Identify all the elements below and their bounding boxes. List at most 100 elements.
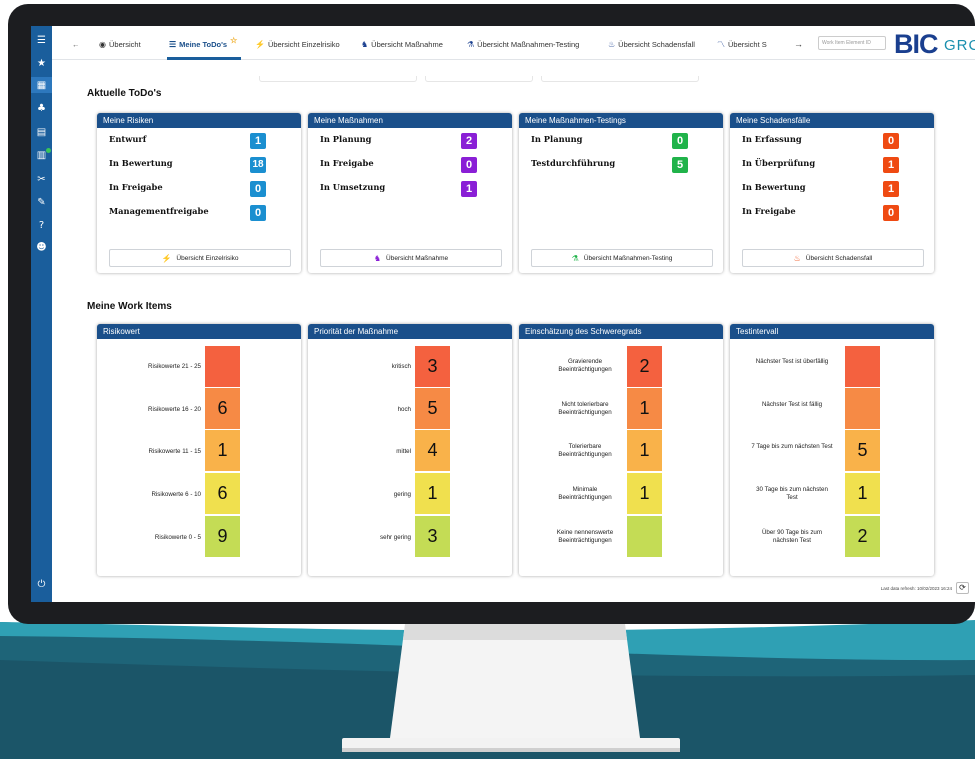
heat-cell[interactable]: 1 — [845, 473, 880, 514]
fire-icon: ♨ — [608, 39, 616, 49]
menu-icon[interactable]: ☰ — [31, 32, 52, 48]
work-item-label: Risikowerte 0 - 5 — [154, 534, 201, 541]
count-badge[interactable]: 0 — [672, 133, 688, 149]
tab-meine-todos[interactable]: ☰ Meine ToDo's ☆ — [169, 36, 237, 51]
heat-cell[interactable] — [627, 516, 662, 557]
count-badge[interactable]: 1 — [250, 133, 266, 149]
work-item-label: gering — [393, 491, 411, 498]
heat-cell[interactable]: 1 — [627, 473, 662, 514]
heat-cell[interactable]: 5 — [415, 388, 450, 429]
count-badge[interactable]: 0 — [883, 133, 899, 149]
work-item-label: Risikowerte 11 - 15 — [148, 448, 202, 455]
tools-icon[interactable]: ✂ — [31, 171, 52, 187]
todo-label: In Überprüfung — [742, 158, 816, 168]
bic-grc-logo: BIC GRC — [894, 29, 975, 59]
uebersicht-schadensfall-button[interactable]: ♨ Übersicht Schadensfall — [742, 249, 924, 267]
heat-cell[interactable]: 1 — [627, 430, 662, 471]
heat-cell[interactable]: 2 — [627, 346, 662, 387]
count-badge[interactable]: 0 — [461, 157, 477, 173]
heat-cell[interactable]: 3 — [415, 516, 450, 557]
flask-icon: ⚗ — [571, 253, 579, 263]
heat-cell[interactable] — [845, 388, 880, 429]
work-item-label: Risikowerte 6 - 10 — [151, 491, 201, 498]
panel-testintervall: Testintervall Nächster Test ist überfäll… — [730, 324, 934, 576]
top-navigation: ← ◉ Übersicht ☰ Meine ToDo's ☆ ⚡ Übersic… — [52, 26, 975, 60]
heat-cell[interactable]: 5 — [845, 430, 880, 471]
todo-label: Testdurchführung — [531, 158, 616, 168]
panel-meine-massnahmen: Meine Maßnahmen In Planung 2 In Freigabe… — [308, 113, 512, 273]
tab-uebersicht[interactable]: ◉ Übersicht — [99, 37, 141, 51]
scene: ☰ ★ ▦ ♣ ▤ ▥ ✂ ✎ ? ☻ ⏻ ← ◉ Übersicht ☰ Me… — [0, 0, 975, 759]
work-item-label: Nicht tolerierbare Beeinträchtigungen — [558, 401, 612, 416]
heat-cell[interactable]: 3 — [415, 346, 450, 387]
work-item-label: Risikowerte 16 - 20 — [148, 406, 201, 413]
section-title-todos: Aktuelle ToDo's — [87, 88, 162, 99]
heat-cell[interactable]: 9 — [205, 516, 240, 557]
bolt-icon: ⚡ — [255, 39, 265, 49]
count-badge[interactable]: 1 — [461, 181, 477, 197]
help-icon[interactable]: ? — [31, 217, 52, 233]
count-badge[interactable]: 1 — [883, 157, 899, 173]
chess-icon: ♞ — [361, 39, 369, 49]
tab-uebersicht-massnahme[interactable]: ♞ Übersicht Maßnahme — [361, 37, 443, 51]
heat-cell[interactable]: 1 — [627, 388, 662, 429]
heat-cell[interactable] — [845, 346, 880, 387]
count-badge[interactable]: 18 — [250, 157, 266, 173]
todo-label: In Bewertung — [109, 158, 173, 168]
tab-uebersicht-einzelrisiko[interactable]: ⚡ Übersicht Einzelrisiko — [255, 37, 340, 51]
count-badge[interactable]: 1 — [883, 181, 899, 197]
heat-cell[interactable] — [205, 346, 240, 387]
work-item-label: Über 90 Tage bis zum nächsten Test — [761, 529, 823, 544]
document-icon[interactable]: ▤ — [31, 124, 52, 140]
ghost-placeholder — [259, 76, 417, 82]
forward-arrow-icon[interactable]: → — [794, 37, 803, 51]
eye-icon: ◉ — [99, 39, 106, 49]
work-item-label: 30 Tage bis zum nächsten Test — [756, 486, 828, 501]
count-badge[interactable]: 0 — [883, 205, 899, 221]
sitemap-icon[interactable]: ♣ — [31, 100, 52, 116]
count-badge[interactable]: 2 — [461, 133, 477, 149]
refresh-icon[interactable]: ⟳ — [956, 582, 969, 594]
uebersicht-massnahme-button[interactable]: ♞ Übersicht Maßnahme — [320, 249, 502, 267]
work-item-label: Risikowerte 21 - 25 — [148, 363, 201, 370]
heat-cell[interactable]: 6 — [205, 388, 240, 429]
todo-label: Managementfreigabe — [109, 206, 209, 216]
list-icon: ☰ — [169, 39, 177, 49]
user-icon[interactable]: ☻ — [31, 239, 52, 255]
todo-label: In Erfassung — [742, 134, 802, 144]
dashboard-icon[interactable]: ▦ — [31, 77, 52, 93]
work-item-label: kritisch — [391, 363, 411, 370]
search-input[interactable]: Work Item Element ID — [818, 36, 886, 50]
work-item-label: sehr gering — [380, 534, 411, 541]
wrench-icon[interactable]: ✎ — [31, 194, 52, 210]
back-arrow-icon[interactable]: ← — [72, 37, 80, 51]
tab-uebersicht-schadensfall[interactable]: ♨ Übersicht Schadensfall — [608, 37, 695, 51]
uebersicht-einzelrisiko-button[interactable]: ⚡ Übersicht Einzelrisiko — [109, 249, 291, 267]
count-badge[interactable]: 0 — [250, 205, 266, 221]
star-icon[interactable]: ★ — [31, 55, 52, 71]
work-item-label: Nächster Test ist überfällig — [755, 358, 829, 365]
panel-header: Testintervall — [730, 324, 934, 339]
todo-label: In Freigabe — [742, 206, 796, 216]
work-item-label: Gravierende Beeinträchtigungen — [558, 358, 612, 373]
count-badge[interactable]: 0 — [250, 181, 266, 197]
todo-label: In Planung — [320, 134, 372, 144]
panel-header: Einschätzung des Schweregrads — [519, 324, 723, 339]
heat-cell[interactable]: 6 — [205, 473, 240, 514]
heat-cell[interactable]: 1 — [415, 473, 450, 514]
tab-uebersicht-s[interactable]: 〽 Übersicht S — [717, 37, 767, 51]
chart-line-icon: 〽 — [717, 39, 725, 49]
heat-cell[interactable]: 2 — [845, 516, 880, 557]
todo-label: In Freigabe — [109, 182, 163, 192]
power-icon[interactable]: ⏻ — [31, 576, 52, 592]
heat-cell[interactable]: 4 — [415, 430, 450, 471]
uebersicht-massnahmen-testing-button[interactable]: ⚗ Übersicht Maßnahmen-Testing — [531, 249, 713, 267]
ghost-placeholder — [425, 76, 533, 82]
monitor-bezel: ☰ ★ ▦ ♣ ▤ ▥ ✂ ✎ ? ☻ ⏻ ← ◉ Übersicht ☰ Me… — [8, 4, 975, 624]
tab-uebersicht-massnahmen-testing[interactable]: ⚗ Übersicht Maßnahmen-Testing — [467, 37, 579, 51]
app-screen: ☰ ★ ▦ ♣ ▤ ▥ ✂ ✎ ? ☻ ⏻ ← ◉ Übersicht ☰ Me… — [31, 26, 975, 602]
notification-dot — [46, 148, 51, 153]
count-badge[interactable]: 5 — [672, 157, 688, 173]
heat-cell[interactable]: 1 — [205, 430, 240, 471]
chart-icon[interactable]: ▥ — [31, 147, 52, 163]
